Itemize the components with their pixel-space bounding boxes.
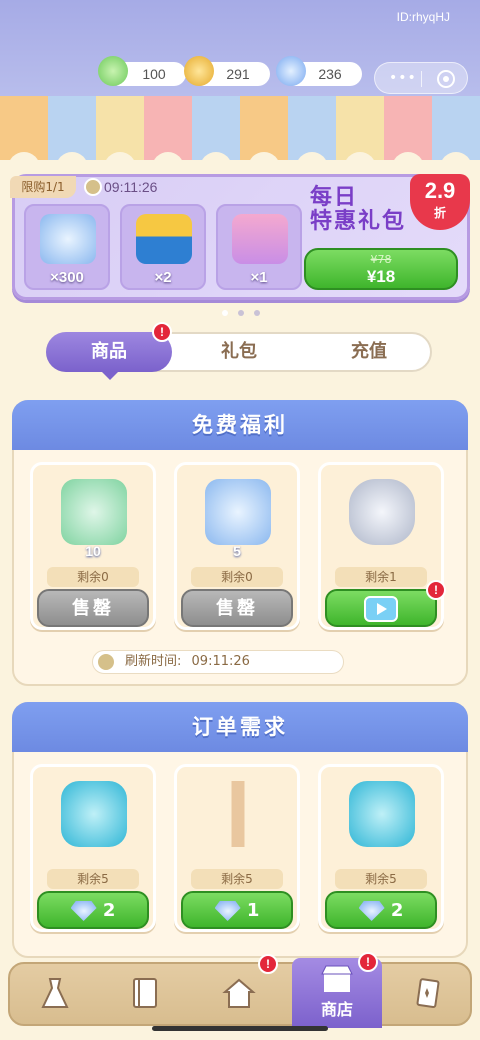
clock-icon [84, 178, 102, 196]
tab-recharge[interactable]: 充值 [306, 332, 432, 372]
nav-wardrobe[interactable] [12, 964, 98, 1024]
nav-book[interactable] [102, 964, 188, 1024]
buy-order-button[interactable]: 1 [181, 891, 293, 929]
home-icon [222, 978, 256, 1008]
buy-order-button[interactable]: 2 [37, 891, 149, 929]
pack-item-qty: ×300 [50, 269, 84, 286]
refresh-time-bar: 刷新时间: 09:11:26 [92, 650, 344, 674]
card-count: 10 [85, 543, 101, 559]
diamond-chest-icon [40, 214, 96, 264]
nav-shop-label: 商店 [320, 1000, 353, 1019]
limit-label: 限购1/1 [10, 176, 76, 198]
tab-goods-badge: ! [152, 322, 172, 342]
shop-icon [321, 965, 353, 992]
green-gem-chest-icon [61, 479, 127, 545]
tab-gifts[interactable]: 礼包 [176, 332, 302, 372]
pack-item-qty: ×2 [154, 269, 172, 286]
clock-icon [96, 652, 116, 672]
order-card[interactable]: 剩余5 2 [30, 764, 156, 932]
card-remaining: 剩余0 [191, 567, 283, 587]
nav-cards[interactable] [384, 964, 470, 1024]
gold-coin-icon [184, 56, 214, 86]
blue-cuff-icon [349, 781, 415, 847]
page-dot[interactable] [222, 310, 228, 316]
card-remaining: 剩余5 [335, 869, 427, 889]
title-line2: 特惠礼包 [310, 209, 407, 234]
page-dot[interactable] [254, 310, 260, 316]
pack-timer: 09:11:26 [104, 179, 158, 195]
pack-item[interactable]: ×2 [120, 204, 206, 290]
card-remaining: 剩余5 [191, 869, 283, 889]
order-card[interactable]: 剩余5 2 [318, 764, 444, 932]
price: ¥18 [366, 267, 396, 286]
mini-program-capsule: ••• [374, 62, 468, 94]
discount-suffix: 折 [433, 206, 446, 220]
title-line1: 每日 [310, 185, 359, 210]
page-dot[interactable] [238, 310, 244, 316]
diamond-plus-icon[interactable] [276, 56, 306, 86]
dress-icon [41, 978, 69, 1008]
home-badge: ! [258, 954, 278, 974]
video-card-badge: ! [426, 580, 446, 600]
diamond-chest-icon [205, 479, 271, 545]
lipstick-icon [205, 781, 271, 847]
gift-box-icon [232, 214, 288, 264]
buy-pack-button[interactable]: ¥78 ¥18 [304, 248, 458, 290]
diamond-icon [358, 901, 385, 921]
free-card[interactable]: 剩余1 [318, 462, 444, 630]
sold-out-button[interactable]: 售罄 [181, 589, 293, 627]
awning-scallop [8, 152, 472, 168]
more-button[interactable]: ••• [389, 70, 417, 86]
order-card[interactable]: 剩余5 1 [174, 764, 300, 932]
energy-box-icon [136, 214, 192, 264]
order-price: 2 [390, 900, 404, 921]
sold-out-button[interactable]: 售罄 [37, 589, 149, 627]
diamond-icon [70, 901, 97, 921]
piggy-bank-icon [349, 479, 415, 545]
card-remaining: 剩余5 [47, 869, 139, 889]
old-price: ¥78 [370, 253, 392, 266]
book-icon [133, 978, 157, 1008]
video-play-icon [364, 596, 398, 622]
order-price: 2 [102, 900, 116, 921]
blue-cuff-icon [61, 781, 127, 847]
user-id: ID:rhyqHJ [396, 10, 450, 24]
diamond-icon [214, 901, 241, 921]
free-welfare-title: 免费福利 [12, 400, 468, 450]
pack-item[interactable]: ×300 [24, 204, 110, 290]
watch-video-button[interactable] [325, 589, 437, 627]
refresh-time: 09:11:26 [191, 654, 250, 669]
daily-pack-title: 每日 特惠礼包 [310, 186, 420, 234]
order-title: 订单需求 [12, 702, 468, 752]
home-indicator [152, 1026, 328, 1031]
buy-order-button[interactable]: 2 [325, 891, 437, 929]
pack-item-qty: ×1 [250, 269, 268, 286]
target-circle-icon[interactable] [437, 70, 455, 88]
lightning-plus-icon[interactable] [98, 56, 128, 86]
free-card[interactable]: 10 剩余0 售罄 [30, 462, 156, 630]
shop-badge: ! [358, 952, 378, 972]
card-remaining: 剩余0 [47, 567, 139, 587]
refresh-label: 刷新时间: [125, 654, 182, 669]
order-price: 1 [246, 900, 260, 921]
card-remaining: 剩余1 [335, 567, 427, 587]
discount-value: 2.9 [424, 178, 456, 203]
free-card[interactable]: 5 剩余0 售罄 [174, 462, 300, 630]
card-count: 5 [233, 543, 241, 559]
pack-item[interactable]: ×1 [216, 204, 302, 290]
cards-icon [416, 978, 440, 1009]
